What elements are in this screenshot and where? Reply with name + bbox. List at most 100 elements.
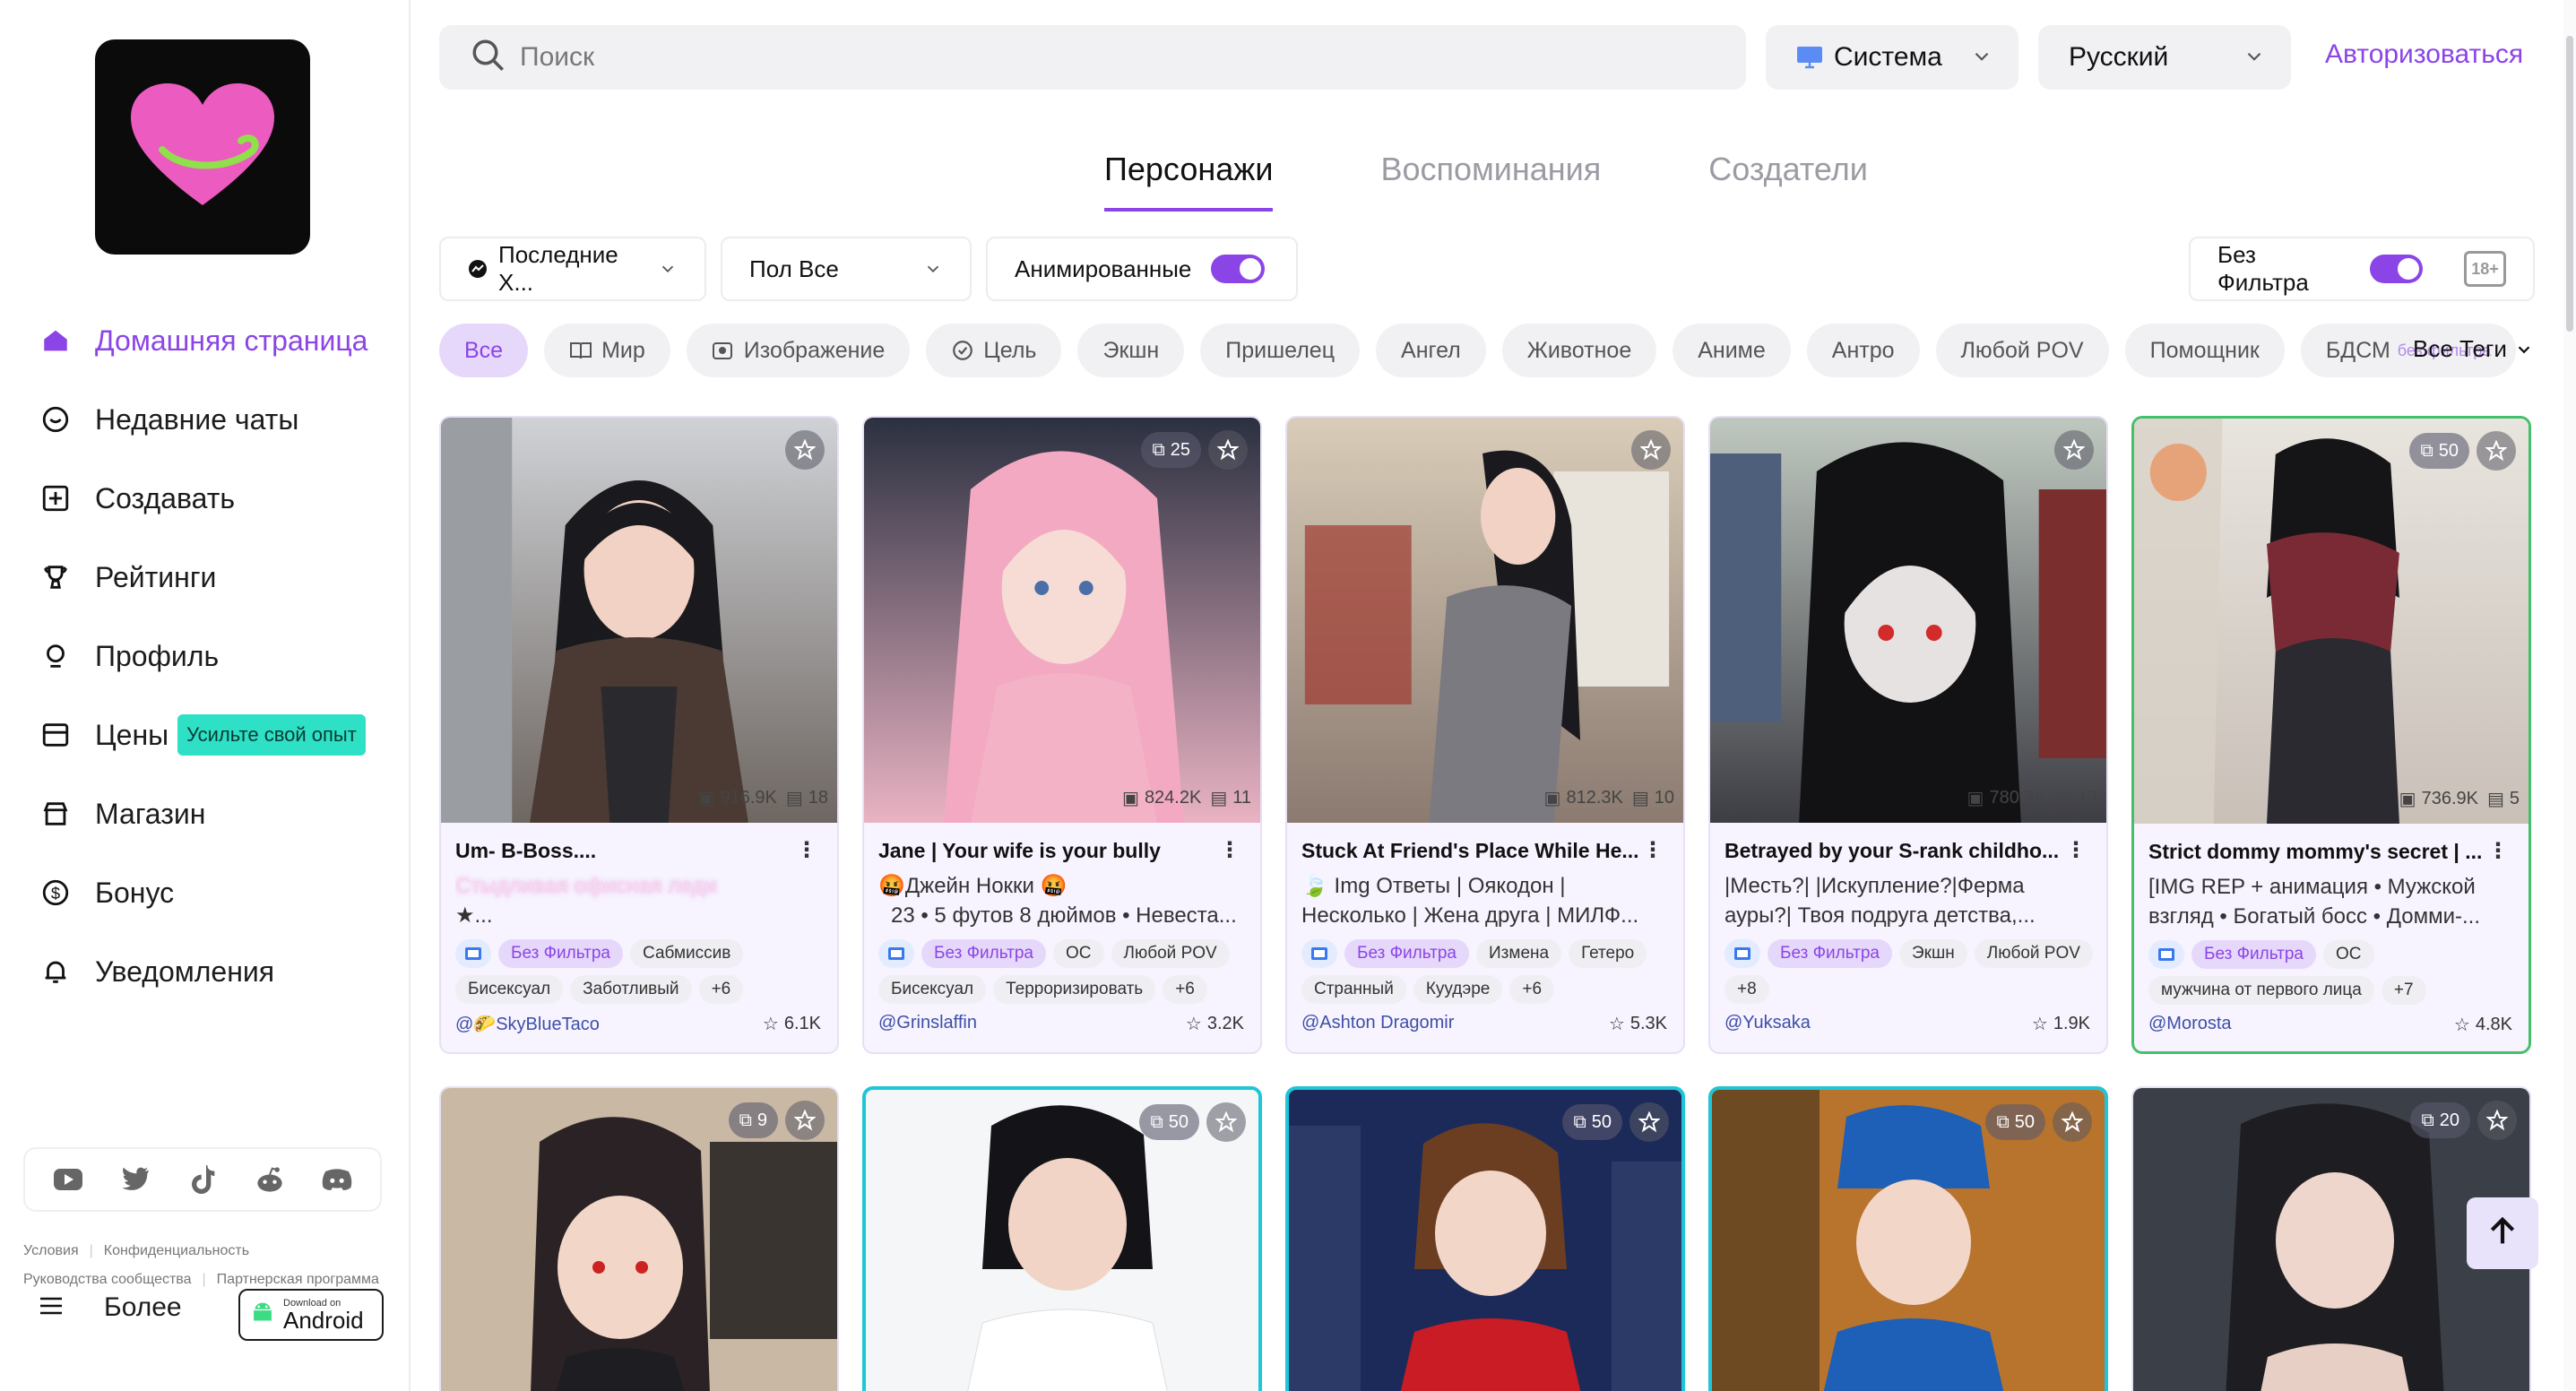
- page-scrollbar[interactable]: [2563, 0, 2576, 1391]
- tag-action[interactable]: Экшн: [1077, 324, 1185, 377]
- tag-angel[interactable]: Ангел: [1376, 324, 1486, 377]
- partner-link[interactable]: Партнерская программа: [217, 1272, 379, 1287]
- tag-chip[interactable]: Любой POV: [1111, 939, 1230, 968]
- tag-chip[interactable]: Без Фильтра: [498, 939, 624, 968]
- tag-chip[interactable]: Любой POV: [1974, 939, 2093, 968]
- character-card[interactable]: ⧉ 25 ▣ 824.2K ▤ 11 Jane | Your wife is your…: [862, 416, 1262, 1054]
- scrollbar-thumb[interactable]: [2566, 36, 2573, 332]
- tag-more-chip[interactable]: +7: [2381, 976, 2426, 1005]
- favorite-star-icon[interactable]: [1631, 430, 1671, 470]
- nav-notifications[interactable]: Уведомления: [36, 932, 394, 1011]
- favorite-star-icon[interactable]: [1208, 430, 1248, 470]
- more-options-icon[interactable]: ⋮: [796, 837, 817, 863]
- tab-memories[interactable]: Воспоминания: [1380, 151, 1601, 212]
- favorite-star-icon[interactable]: [1206, 1102, 1246, 1142]
- tag-chip[interactable]: Без Фильтра: [921, 939, 1047, 968]
- tag-world[interactable]: Мир: [544, 324, 670, 377]
- card-author[interactable]: @Grinslaffin: [878, 1013, 977, 1033]
- app-logo[interactable]: [95, 39, 310, 255]
- favorite-star-icon[interactable]: [2477, 431, 2516, 471]
- more-options-icon[interactable]: ⋮: [1642, 837, 1664, 863]
- login-link[interactable]: Авторизоваться: [2325, 39, 2523, 70]
- character-card[interactable]: ⧉ 50: [862, 1086, 1262, 1391]
- favorite-star-icon[interactable]: [2053, 1102, 2092, 1142]
- more-options-icon[interactable]: ⋮: [2065, 837, 2087, 863]
- tag-chip[interactable]: Гетеро: [1569, 939, 1647, 968]
- character-card[interactable]: ▣ 780.2K ▤ 13 Betrayed by your S-rank chil…: [1708, 416, 2108, 1054]
- nav-create[interactable]: Создавать: [36, 459, 394, 538]
- theme-select[interactable]: Система: [1766, 25, 2018, 90]
- tag-more-chip[interactable]: +6: [698, 975, 744, 1004]
- tab-characters[interactable]: Персонажи: [1104, 151, 1274, 212]
- tag-all[interactable]: Все: [439, 324, 529, 377]
- tag-goal[interactable]: Цель: [926, 324, 1062, 377]
- tag-more-chip[interactable]: +8: [1725, 975, 1769, 1004]
- favorite-star-icon[interactable]: [785, 1101, 825, 1140]
- tag-chip[interactable]: Сабмиссив: [630, 939, 744, 968]
- privacy-link[interactable]: Конфиденциальность: [104, 1243, 249, 1258]
- reddit-icon[interactable]: [252, 1162, 288, 1197]
- card-author[interactable]: @Yuksaka: [1725, 1013, 1811, 1033]
- tag-chip[interactable]: Измена: [1476, 939, 1562, 968]
- scroll-to-top-button[interactable]: [2467, 1197, 2538, 1269]
- character-card[interactable]: ⧉ 50: [1708, 1086, 2108, 1391]
- promo-badge[interactable]: Усильте свой опыт: [177, 714, 366, 756]
- tag-anime[interactable]: Аниме: [1673, 324, 1791, 377]
- no-filter-toggle[interactable]: [2370, 255, 2423, 283]
- nav-recent-chats[interactable]: Недавние чаты: [36, 380, 394, 459]
- animated-toggle[interactable]: [1211, 255, 1266, 283]
- nav-pricing[interactable]: Цены Усильте свой опыт: [36, 696, 394, 774]
- tag-chip[interactable]: Бисексуал: [878, 975, 987, 1004]
- tag-chip[interactable]: Терроризировать: [993, 975, 1156, 1004]
- tag-chip[interactable]: мужчина от первого лица: [2148, 976, 2374, 1005]
- character-card[interactable]: ⧉ 9: [439, 1086, 839, 1391]
- nav-store[interactable]: Магазин: [36, 774, 394, 853]
- android-download-button[interactable]: Download on Android: [238, 1289, 384, 1341]
- all-tags-button[interactable]: Все Теги: [2413, 335, 2534, 363]
- nav-ratings[interactable]: Рейтинги: [36, 538, 394, 617]
- tag-more-chip[interactable]: +6: [1163, 975, 1207, 1004]
- tag-alien[interactable]: Пришелец: [1200, 324, 1361, 377]
- tag-chip[interactable]: Куудэре: [1413, 975, 1503, 1004]
- favorite-star-icon[interactable]: [2054, 430, 2094, 470]
- tag-image[interactable]: Изображение: [686, 324, 911, 377]
- character-card[interactable]: ⧉ 50 ▣ 736.9K ▤ 5 Strict dommy mommy's secr…: [2131, 416, 2531, 1054]
- character-card[interactable]: ▣ 916.9K ▤ 18 Um- B-Boss.... ⋮ Стыдливая о…: [439, 416, 839, 1054]
- card-author[interactable]: @Morosta: [2148, 1014, 2232, 1034]
- favorite-star-icon[interactable]: [1629, 1102, 1669, 1142]
- tag-chip[interactable]: ОС: [2323, 940, 2374, 969]
- favorite-star-icon[interactable]: [785, 430, 825, 470]
- more-options-icon[interactable]: ⋮: [2487, 838, 2509, 864]
- nav-home[interactable]: Домашняя страница: [36, 301, 394, 380]
- character-card[interactable]: ▣ 812.3K ▤ 10 Stuck At Friend's Place Whil…: [1285, 416, 1685, 1054]
- tag-chip[interactable]: Экшн: [1899, 939, 1967, 968]
- card-author[interactable]: @Ashton Dragomir: [1301, 1013, 1454, 1033]
- youtube-icon[interactable]: [50, 1162, 86, 1197]
- tiktok-icon[interactable]: [185, 1162, 220, 1197]
- terms-link[interactable]: Условия: [23, 1243, 79, 1258]
- tag-chip[interactable]: Без Фильтра: [2191, 940, 2317, 969]
- card-author[interactable]: @🌮SkyBlueTaco: [455, 1013, 600, 1035]
- tag-more-chip[interactable]: +6: [1509, 975, 1555, 1004]
- tag-chip[interactable]: Без Фильтра: [1768, 939, 1893, 968]
- tag-chip[interactable]: Заботливый: [570, 975, 692, 1004]
- more-menu[interactable]: Более: [39, 1292, 182, 1323]
- favorite-star-icon[interactable]: [2477, 1101, 2517, 1140]
- sort-select[interactable]: Последние Х...: [439, 237, 706, 301]
- gender-select[interactable]: Пол Все: [721, 237, 972, 301]
- discord-icon[interactable]: [319, 1162, 355, 1197]
- search-bar[interactable]: [439, 25, 1746, 90]
- language-select[interactable]: Русский: [2038, 25, 2291, 90]
- tag-animal[interactable]: Животное: [1501, 324, 1657, 377]
- twitter-icon[interactable]: [117, 1162, 153, 1197]
- tag-chip[interactable]: Странный: [1301, 975, 1406, 1004]
- tag-assistant[interactable]: Помощник: [2124, 324, 2285, 377]
- age-18-badge[interactable]: 18+: [2463, 251, 2506, 287]
- character-card[interactable]: ⧉ 50: [1285, 1086, 1685, 1391]
- nav-bonus[interactable]: $ Бонус: [36, 853, 394, 932]
- nav-profile[interactable]: Профиль: [36, 617, 394, 696]
- tag-any-pov[interactable]: Любой POV: [1935, 324, 2109, 377]
- tab-creators[interactable]: Создатели: [1708, 151, 1868, 212]
- more-options-icon[interactable]: ⋮: [1219, 837, 1240, 863]
- guidelines-link[interactable]: Руководства сообщества: [23, 1272, 192, 1287]
